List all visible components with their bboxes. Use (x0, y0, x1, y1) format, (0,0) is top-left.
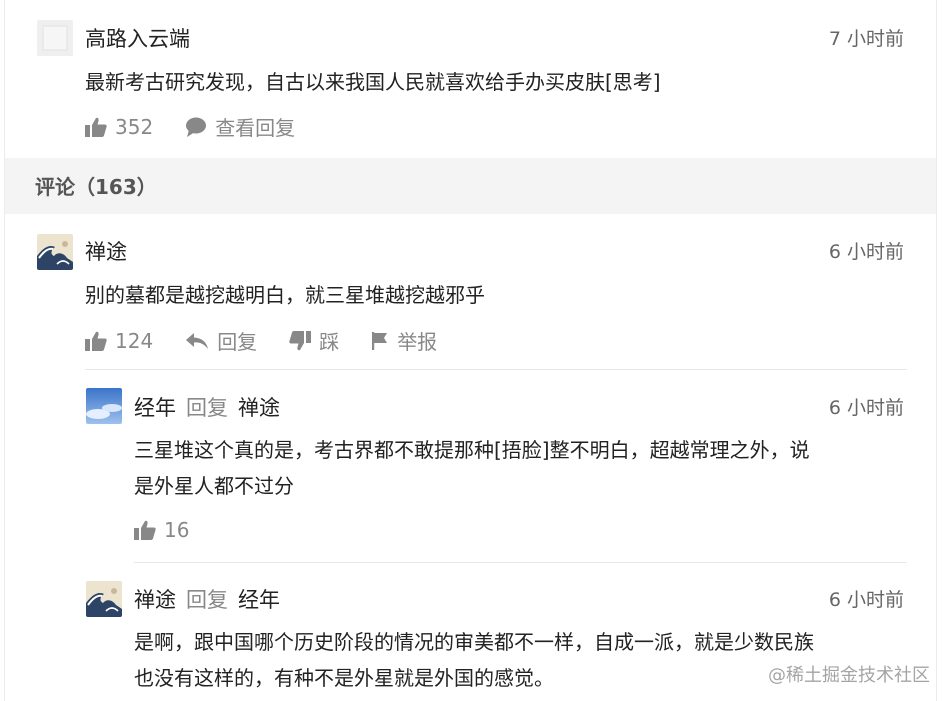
comment-time: 6 小时前 (828, 241, 904, 263)
reply-label: 回复 (217, 330, 258, 354)
reply-text: 是啊，跟中国哪个历史阶段的情况的审美都不一样，自成一派，就是少数民族 也没有这样… (134, 624, 814, 696)
reply-author[interactable]: 经年 (134, 396, 176, 420)
sky-avatar-icon (86, 388, 122, 424)
thumbs-up-icon (134, 520, 156, 540)
post-text: 最新考古研究发现，自古以来我国人民就喜欢给手办买皮肤[思考] (85, 70, 661, 94)
comment-text: 别的墓都是越挖越明白，就三星堆越挖越邪乎 (85, 283, 485, 307)
divider (85, 369, 907, 370)
reply-text-line: 是啊，跟中国哪个历史阶段的情况的审美都不一样，自成一派，就是少数民族 (134, 630, 814, 654)
reply-target[interactable]: 禅途 (238, 396, 280, 420)
post-actions: 352 查看回复 (85, 112, 327, 141)
comment-author[interactable]: 禅途 (85, 239, 127, 265)
wave-painting-avatar-icon (37, 234, 73, 270)
reply-time: 6 小时前 (828, 589, 904, 611)
speech-bubble-icon (186, 117, 207, 137)
wave-painting-avatar-icon (86, 581, 122, 617)
post-time: 7 小时前 (828, 28, 904, 50)
reply-header: 禅途 回复 经年 (134, 587, 280, 613)
divider (134, 562, 907, 563)
like-count: 124 (115, 328, 154, 353)
post-author[interactable]: 高路入云端 (85, 26, 190, 52)
comment-actions: 124 回复 踩 举报 (85, 326, 469, 355)
like-count: 352 (115, 114, 154, 139)
like-button[interactable]: 16 (134, 518, 189, 542)
reply-arrow-icon (186, 332, 209, 349)
thumbs-down-icon (289, 330, 312, 350)
view-replies-button[interactable]: 查看回复 (185, 112, 295, 141)
reply-text: 三星堆这个真的是，考古界都不敢提那种[捂脸]整不明白，超越常理之外，说 是外星人… (134, 432, 810, 504)
reply-word: 回复 (186, 396, 228, 420)
thumbs-up-icon (85, 117, 107, 137)
avatar[interactable] (37, 20, 73, 56)
reply-target[interactable]: 经年 (238, 588, 280, 612)
thumbs-up-icon (85, 331, 107, 351)
reply-actions: 16 (134, 518, 221, 542)
reply-word: 回复 (186, 588, 228, 612)
flag-icon (372, 331, 388, 350)
avatar[interactable] (37, 234, 73, 270)
avatar[interactable] (86, 388, 122, 424)
reply-header: 经年 回复 禅途 (134, 395, 280, 421)
reply-text-line: 也没有这样的，有种不是外星就是外国的感觉。 (134, 666, 554, 690)
default-avatar-icon (37, 20, 73, 56)
reply-text-line: 是外星人都不过分 (134, 474, 294, 498)
reply-text-line: 三星堆这个真的是，考古界都不敢提那种[捂脸]整不明白，超越常理之外，说 (134, 438, 810, 462)
dislike-label: 踩 (319, 330, 340, 354)
like-count: 16 (164, 518, 190, 542)
like-button[interactable]: 352 (85, 115, 153, 139)
reply-time: 6 小时前 (828, 397, 904, 419)
reply-button[interactable]: 回复 (185, 326, 257, 355)
view-replies-label: 查看回复 (215, 116, 296, 140)
like-button[interactable]: 124 (85, 329, 153, 353)
watermark: @稀土掘金技术社区 (768, 665, 930, 686)
report-button[interactable]: 举报 (371, 326, 437, 355)
reply-author[interactable]: 禅途 (134, 588, 176, 612)
comments-count-title: 评论（163） (35, 175, 157, 199)
avatar[interactable] (86, 581, 122, 617)
report-label: 举报 (397, 330, 438, 354)
dislike-button[interactable]: 踩 (289, 326, 339, 355)
